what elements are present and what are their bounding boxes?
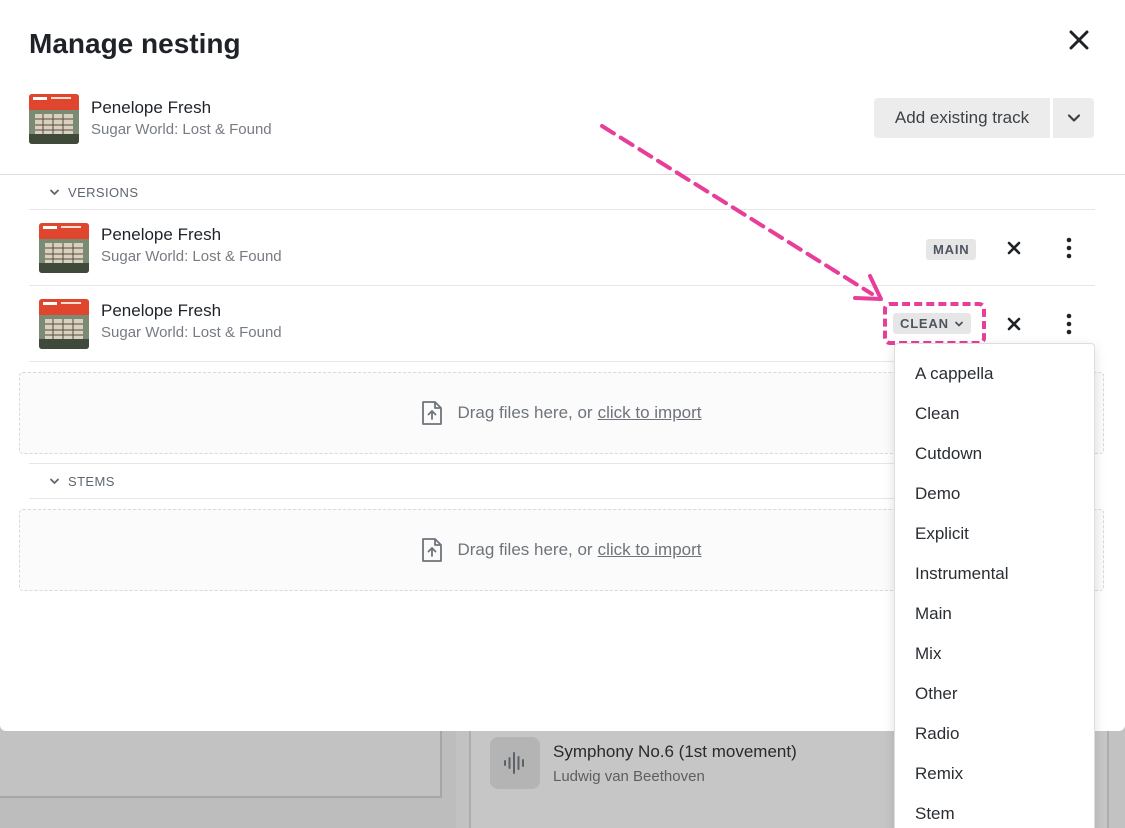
menu-item-main[interactable]: Main	[895, 594, 1094, 634]
menu-item-instrumental[interactable]: Instrumental	[895, 554, 1094, 594]
waveform-icon	[490, 737, 540, 789]
menu-item-explicit[interactable]: Explicit	[895, 514, 1094, 554]
menu-item-remix[interactable]: Remix	[895, 754, 1094, 794]
background-track-artist: Ludwig van Beethoven	[553, 768, 705, 785]
menu-item-stem[interactable]: Stem	[895, 794, 1094, 828]
background-track-title: Symphony No.6 (1st movement)	[553, 742, 797, 761]
menu-item-clean[interactable]: Clean	[895, 394, 1094, 434]
menu-item-radio[interactable]: Radio	[895, 714, 1094, 754]
version-type-menu: A cappella Clean Cutdown Demo Explicit I…	[894, 343, 1095, 828]
menu-item-other[interactable]: Other	[895, 674, 1094, 714]
menu-item-a-cappella[interactable]: A cappella	[895, 354, 1094, 394]
menu-item-demo[interactable]: Demo	[895, 474, 1094, 514]
menu-item-mix[interactable]: Mix	[895, 634, 1094, 674]
menu-item-cutdown[interactable]: Cutdown	[895, 434, 1094, 474]
